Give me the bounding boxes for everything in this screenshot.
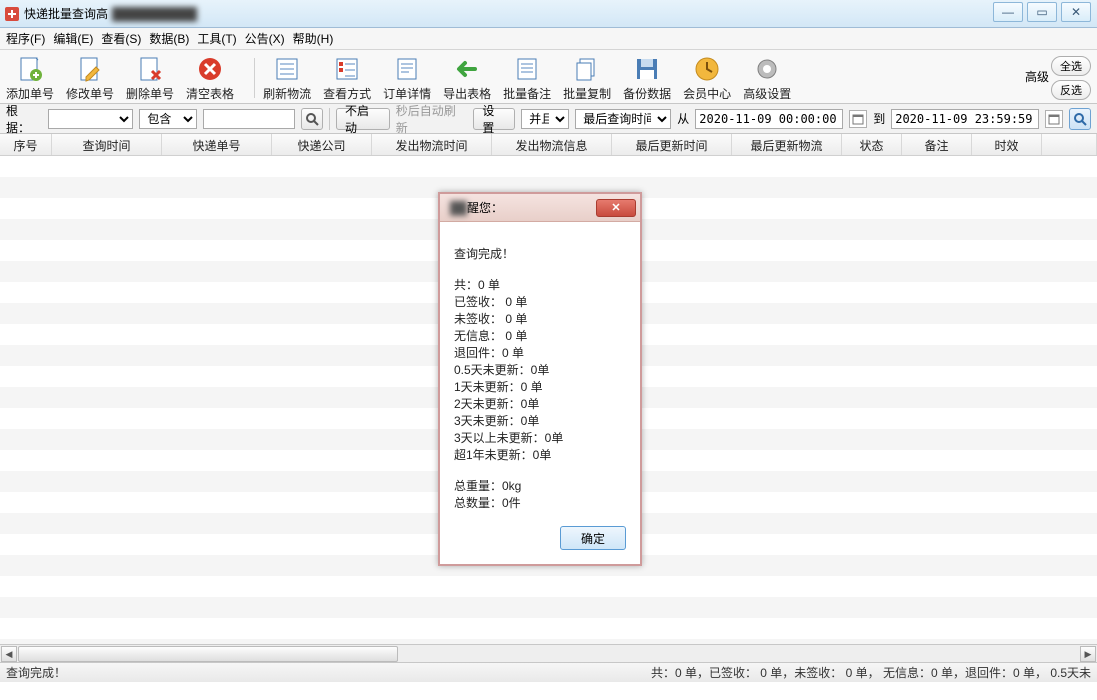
operator-select[interactable]: 包含	[139, 109, 197, 129]
col-note[interactable]: 备注	[902, 134, 972, 155]
toolbar: 添加单号 修改单号 删除单号 清空表格 刷新物流 查看方式 订单详情 导出表格 …	[0, 50, 1097, 104]
list-refresh-icon	[271, 53, 303, 85]
minimize-button[interactable]: —	[993, 2, 1023, 22]
delete-order-button[interactable]: 删除单号	[126, 53, 174, 102]
dialog-body: 查询完成！ 共：0 单 已签收： 0 单 未签收： 0 单 无信息： 0 单 退…	[440, 222, 640, 526]
scroll-left-button[interactable]: ◀	[1, 646, 17, 662]
note-icon	[511, 53, 543, 85]
arrow-left-green-icon	[451, 53, 483, 85]
status-right: 共：0 单，已签收： 0 单，未签收： 0 单， 无信息：0 单，退回件：0 单…	[651, 664, 1091, 681]
app-icon	[4, 6, 20, 22]
menu-edit[interactable]: 编辑(E)	[53, 30, 93, 47]
copy-icon	[571, 53, 603, 85]
batch-note-button[interactable]: 批量备注	[503, 53, 551, 102]
window-title: 快递批量查询高	[24, 5, 108, 22]
floppy-icon	[631, 53, 663, 85]
member-center-button[interactable]: 会员中心	[683, 53, 731, 102]
dialog-titlebar: ██醒您： ✕	[440, 194, 640, 222]
col-querytime[interactable]: 查询时间	[52, 134, 162, 155]
date-to-input[interactable]	[891, 109, 1039, 129]
calendar-icon	[1048, 113, 1060, 125]
scroll-right-button[interactable]: ▶	[1080, 646, 1096, 662]
col-trackno[interactable]: 快递单号	[162, 134, 272, 155]
result-dialog: ██醒您： ✕ 查询完成！ 共：0 单 已签收： 0 单 未签收： 0 单 无信…	[438, 192, 642, 566]
col-shiptime[interactable]: 发出物流时间	[372, 134, 492, 155]
col-index[interactable]: 序号	[0, 134, 52, 155]
horizontal-scrollbar[interactable]: ◀ ▶	[0, 644, 1097, 662]
clock-coin-icon	[691, 53, 723, 85]
to-label: 到	[873, 110, 885, 127]
menu-program[interactable]: 程序(F)	[6, 30, 45, 47]
menubar: 程序(F) 编辑(E) 查看(S) 数据(B) 工具(T) 公告(X) 帮助(H…	[0, 28, 1097, 50]
search-icon	[305, 112, 319, 126]
doc-plus-icon	[14, 53, 46, 85]
field-select[interactable]	[48, 109, 134, 129]
view-mode-button[interactable]: 查看方式	[323, 53, 371, 102]
date-from-input[interactable]	[695, 109, 843, 129]
search-button[interactable]	[301, 108, 323, 130]
col-company[interactable]: 快递公司	[272, 134, 372, 155]
menu-tools[interactable]: 工具(T)	[197, 30, 236, 47]
scroll-thumb[interactable]	[18, 646, 398, 662]
value-input[interactable]	[203, 109, 295, 129]
invert-selection-button[interactable]: 反选	[1051, 80, 1091, 100]
apply-filter-button[interactable]	[1069, 108, 1091, 130]
backup-data-button[interactable]: 备份数据	[623, 53, 671, 102]
batch-copy-button[interactable]: 批量复制	[563, 53, 611, 102]
menu-data[interactable]: 数据(B)	[149, 30, 189, 47]
col-shipinfo[interactable]: 发出物流信息	[492, 134, 612, 155]
doc-pencil-icon	[74, 53, 106, 85]
dialog-ok-button[interactable]: 确定	[560, 526, 626, 550]
red-x-icon	[194, 53, 226, 85]
search-icon	[1073, 112, 1087, 126]
title-blurred: ██████████	[112, 7, 197, 21]
from-label: 从	[677, 110, 689, 127]
col-lastlogi[interactable]: 最后更新物流	[732, 134, 842, 155]
titlebar: 快递批量查询高 ██████████ — ▭ ✕	[0, 0, 1097, 28]
refresh-logistics-button[interactable]: 刷新物流	[263, 53, 311, 102]
advanced-label: 高级	[1025, 68, 1049, 85]
order-details-button[interactable]: 订单详情	[383, 53, 431, 102]
set-button[interactable]: 设置	[473, 108, 515, 130]
statusbar: 查询完成！ 共：0 单，已签收： 0 单，未签收： 0 单， 无信息：0 单，退…	[0, 662, 1097, 682]
timefield-select[interactable]: 最后查询时间	[575, 109, 671, 129]
dialog-close-button[interactable]: ✕	[596, 199, 636, 217]
edit-order-button[interactable]: 修改单号	[66, 53, 114, 102]
add-order-button[interactable]: 添加单号	[6, 53, 54, 102]
calendar-icon	[852, 113, 864, 125]
menu-notice[interactable]: 公告(X)	[245, 30, 285, 47]
calendar-from-button[interactable]	[849, 110, 867, 128]
clear-table-button[interactable]: 清空表格	[186, 53, 234, 102]
col-lastupdate[interactable]: 最后更新时间	[612, 134, 732, 155]
advanced-settings-button[interactable]: 高级设置	[743, 53, 791, 102]
status-left: 查询完成！	[6, 664, 66, 681]
close-button[interactable]: ✕	[1061, 2, 1091, 22]
gear-icon	[751, 53, 783, 85]
basis-label: 根据：	[6, 102, 42, 136]
nostart-button[interactable]: 不启动	[336, 108, 390, 130]
maximize-button[interactable]: ▭	[1027, 2, 1057, 22]
export-table-button[interactable]: 导出表格	[443, 53, 491, 102]
details-icon	[391, 53, 423, 85]
grid-header: 序号 查询时间 快递单号 快递公司 发出物流时间 发出物流信息 最后更新时间 最…	[0, 134, 1097, 156]
col-timeliness[interactable]: 时效	[972, 134, 1042, 155]
filterbar: 根据： 包含 不启动 秒后自动刷新 设置 并且 最后查询时间 从 到	[0, 104, 1097, 134]
col-status[interactable]: 状态	[842, 134, 902, 155]
calendar-to-button[interactable]	[1045, 110, 1063, 128]
select-all-button[interactable]: 全选	[1051, 56, 1091, 76]
list-icon	[331, 53, 363, 85]
menu-view[interactable]: 查看(S)	[101, 30, 141, 47]
and-select[interactable]: 并且	[521, 109, 569, 129]
autorefresh-label: 秒后自动刷新	[396, 102, 468, 136]
menu-help[interactable]: 帮助(H)	[293, 30, 334, 47]
doc-x-icon	[134, 53, 166, 85]
